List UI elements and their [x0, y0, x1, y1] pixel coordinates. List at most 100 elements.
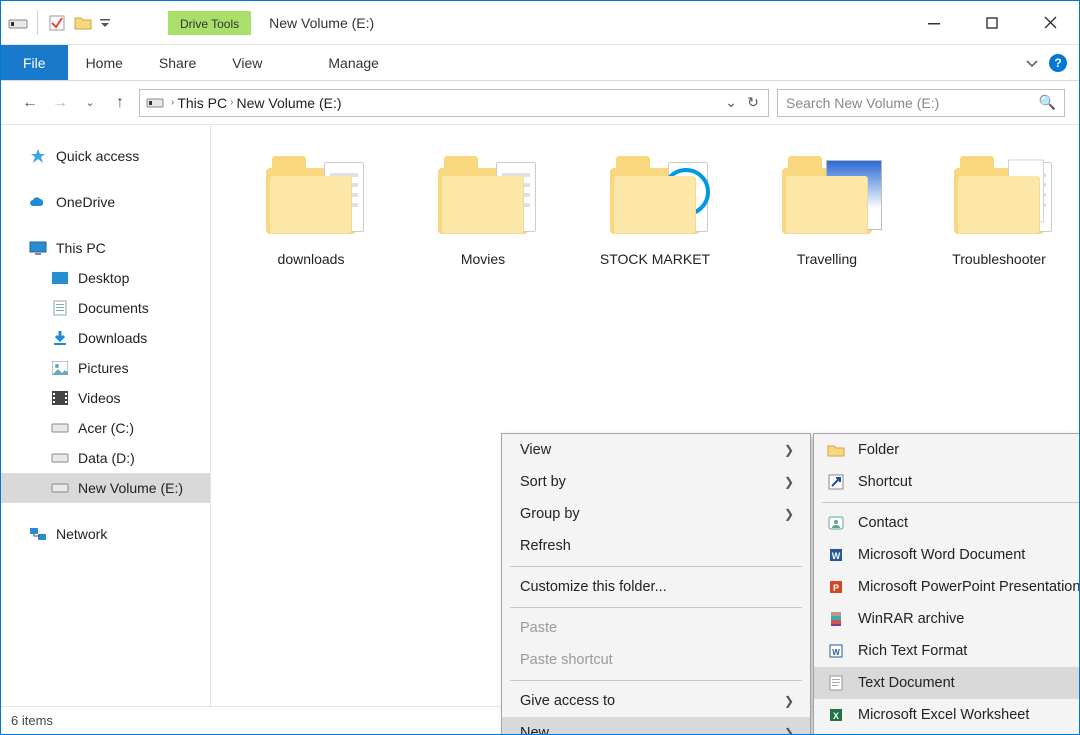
video-icon [51, 389, 69, 407]
maximize-button[interactable] [963, 1, 1021, 44]
menu-item-refresh[interactable]: Refresh [502, 530, 810, 562]
ribbon-tab-manage[interactable]: Manage [310, 45, 397, 80]
sidebar-item-onedrive[interactable]: OneDrive [1, 187, 210, 217]
ribbon-tab-file[interactable]: File [1, 45, 68, 80]
sidebar-item-desktop[interactable]: Desktop [1, 263, 210, 293]
sidebar-item-label: Quick access [56, 148, 139, 164]
chevron-right-icon[interactable]: › [227, 97, 236, 108]
chevron-right-icon[interactable]: › [168, 97, 177, 108]
ribbon-collapse-icon[interactable] [1025, 58, 1039, 68]
item-grid: downloads Movies [211, 145, 1079, 267]
sidebar-item-label: Acer (C:) [78, 420, 134, 436]
nav-row: ← → ⌄ ↑ › This PC › New Volume (E:) ⌄ ↻ … [1, 81, 1079, 125]
menu-item-give-access-to[interactable]: Give access to❯ [502, 685, 810, 717]
sidebar-item-downloads[interactable]: Downloads [1, 323, 210, 353]
checkbox-icon[interactable] [46, 12, 68, 34]
item-label: Movies [461, 251, 505, 267]
menu-item-new-zip[interactable]: WinRAR ZIP archive [814, 731, 1080, 735]
star-icon [29, 147, 47, 165]
address-bar[interactable]: › This PC › New Volume (E:) ⌄ ↻ [139, 89, 769, 117]
pictures-icon [51, 359, 69, 377]
folder-icon [767, 145, 887, 245]
sidebar-item-pictures[interactable]: Pictures [1, 353, 210, 383]
menu-item-paste: Paste [502, 612, 810, 644]
refresh-icon[interactable]: ↻ [742, 94, 764, 111]
sidebar-item-documents[interactable]: Documents [1, 293, 210, 323]
context-menu: View❯ Sort by❯ Group by❯ Refresh Customi… [501, 433, 811, 735]
sidebar-item-label: Documents [78, 300, 149, 316]
minimize-button[interactable] [905, 1, 963, 44]
menu-item-paste-shortcut: Paste shortcut [502, 644, 810, 676]
folder-icon [939, 145, 1059, 245]
close-button[interactable] [1021, 1, 1079, 44]
sidebar-item-label: Videos [78, 390, 121, 406]
folder-icon[interactable] [72, 12, 94, 34]
item-label: downloads [278, 251, 345, 267]
text-file-icon [826, 673, 846, 693]
ribbon-tab-view[interactable]: View [214, 45, 280, 80]
recent-locations-button[interactable]: ⌄ [79, 96, 101, 109]
menu-item-new-rtf[interactable]: W Rich Text Format [814, 635, 1080, 667]
ribbon-tab-share[interactable]: Share [141, 45, 214, 80]
contextual-tab-label: Drive Tools [168, 11, 251, 35]
menu-item-customize-folder[interactable]: Customize this folder... [502, 571, 810, 603]
chevron-right-icon: ❯ [754, 443, 794, 457]
folder-icon [251, 145, 371, 245]
folder-icon [826, 440, 846, 460]
menu-item-new-powerpoint[interactable]: P Microsoft PowerPoint Presentation [814, 571, 1080, 603]
sidebar-item-quick-access[interactable]: Quick access [1, 141, 210, 171]
folder-item[interactable]: Movies [403, 145, 563, 267]
menu-item-group-by[interactable]: Group by❯ [502, 498, 810, 530]
menu-item-new-text[interactable]: Text Document [814, 667, 1080, 699]
svg-text:W: W [832, 551, 841, 561]
forward-button[interactable]: → [49, 94, 71, 112]
monitor-icon [29, 239, 47, 257]
body: Quick access OneDrive This PC Desktop Do… [1, 125, 1079, 706]
sidebar-item-network[interactable]: Network [1, 519, 210, 549]
folder-item[interactable]: Troubleshooter [919, 145, 1079, 267]
drive-icon [51, 419, 69, 437]
sidebar-item-this-pc[interactable]: This PC [1, 233, 210, 263]
breadcrumb[interactable]: This PC [177, 95, 227, 111]
new-submenu: Folder Shortcut Contact W Microsoft Word… [813, 433, 1080, 735]
ribbon-tab-home[interactable]: Home [68, 45, 141, 80]
sidebar-item-videos[interactable]: Videos [1, 383, 210, 413]
cloud-icon [29, 193, 47, 211]
chevron-right-icon: ❯ [754, 507, 794, 521]
folder-item[interactable]: downloads [231, 145, 391, 267]
rtf-icon: W [826, 641, 846, 661]
content-pane[interactable]: downloads Movies [211, 125, 1079, 706]
folder-item[interactable]: Travelling [747, 145, 907, 267]
drive-icon [51, 479, 69, 497]
menu-item-sort-by[interactable]: Sort by❯ [502, 466, 810, 498]
qat-dropdown-icon[interactable] [98, 12, 112, 34]
sidebar-item-label: Downloads [78, 330, 147, 346]
menu-item-new[interactable]: New❯ [502, 717, 810, 735]
title-section: Drive Tools New Volume (E:) [118, 1, 905, 44]
menu-item-new-folder[interactable]: Folder [814, 434, 1080, 466]
back-button[interactable]: ← [19, 94, 41, 112]
menu-item-new-contact[interactable]: Contact [814, 507, 1080, 539]
search-input[interactable]: Search New Volume (E:) 🔍 [777, 89, 1065, 117]
sidebar-item-drive-c[interactable]: Acer (C:) [1, 413, 210, 443]
contact-icon [826, 513, 846, 533]
breadcrumb[interactable]: New Volume (E:) [236, 95, 341, 111]
sidebar-item-drive-d[interactable]: Data (D:) [1, 443, 210, 473]
help-icon[interactable]: ? [1049, 54, 1067, 72]
menu-item-new-shortcut[interactable]: Shortcut [814, 466, 1080, 498]
item-label: Troubleshooter [952, 251, 1046, 267]
drive-icon [7, 12, 29, 34]
menu-item-view[interactable]: View❯ [502, 434, 810, 466]
item-count: 6 items [11, 713, 53, 728]
menu-item-new-excel[interactable]: X Microsoft Excel Worksheet [814, 699, 1080, 731]
sidebar-item-drive-e[interactable]: New Volume (E:) [1, 473, 210, 503]
menu-item-new-rar[interactable]: WinRAR archive [814, 603, 1080, 635]
desktop-icon [51, 269, 69, 287]
folder-item[interactable]: STOCK MARKET [575, 145, 735, 267]
ribbon: File Home Share View Manage ? [1, 45, 1079, 81]
menu-item-new-word[interactable]: W Microsoft Word Document [814, 539, 1080, 571]
excel-icon: X [826, 705, 846, 725]
up-button[interactable]: ↑ [109, 94, 131, 112]
sidebar-item-label: This PC [56, 240, 106, 256]
address-history-icon[interactable]: ⌄ [720, 94, 742, 111]
